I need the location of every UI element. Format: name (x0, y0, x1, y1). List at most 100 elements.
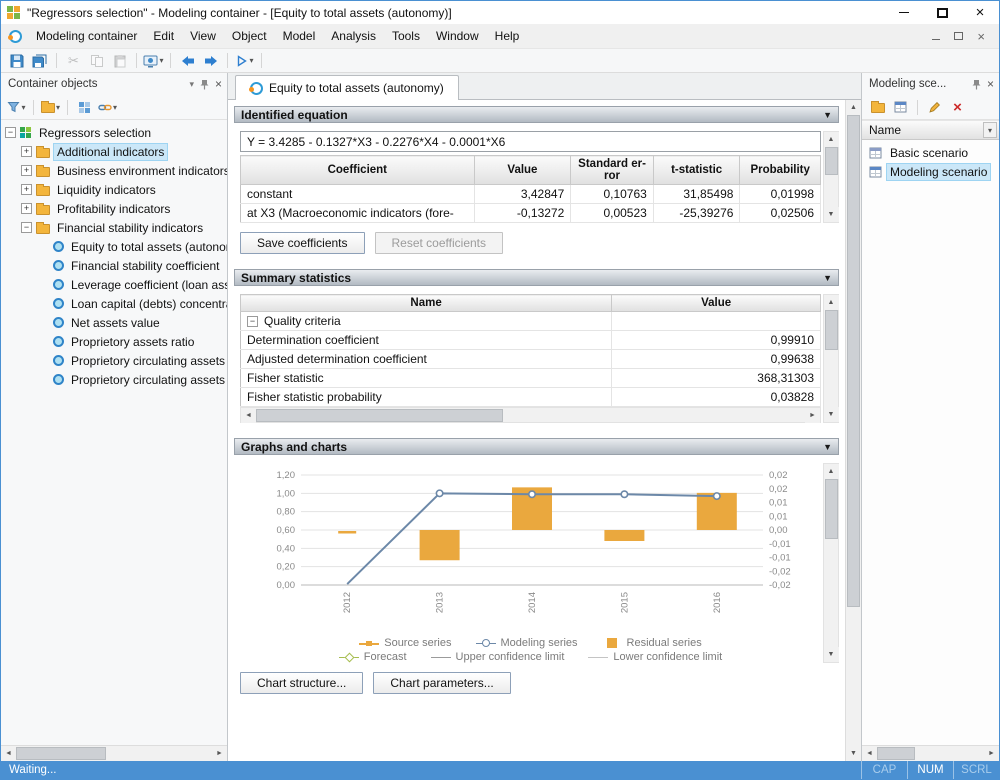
view-mode-button[interactable] (74, 97, 95, 117)
table-row[interactable]: Determination coefficient 0,99910 (241, 331, 821, 350)
table-row[interactable]: at X3 (Macroeconomic indicators (fore- -… (241, 204, 821, 223)
equation-table-vertical-scrollbar[interactable]: ▲ ▼ (823, 131, 839, 223)
column-filter-button[interactable]: ▾ (983, 122, 997, 138)
save-coefficients-button[interactable]: Save coefficients (240, 232, 365, 254)
tree-model-item[interactable]: Proprietory circulating assets (1, 370, 227, 389)
panel-pin-button[interactable] (200, 79, 209, 90)
scroll-right-button[interactable]: ► (984, 746, 999, 761)
column-header-stderr[interactable]: Standard er-ror (571, 156, 654, 185)
tree-folder-item[interactable]: − Financial stability indicators (1, 218, 227, 237)
scrollbar-thumb[interactable] (877, 747, 915, 760)
expand-icon[interactable]: + (21, 203, 32, 214)
menu-tools[interactable]: Tools (384, 25, 428, 47)
cell-value[interactable]: 368,31303 (612, 369, 821, 388)
menu-window[interactable]: Window (428, 25, 487, 47)
cell-stderr[interactable]: 0,10763 (571, 185, 654, 204)
expand-icon[interactable]: + (21, 146, 32, 157)
cell-probability[interactable]: 0,02506 (740, 204, 821, 223)
scrollbar-thumb[interactable] (16, 747, 106, 760)
collapse-section-icon[interactable]: ▼ (823, 273, 832, 283)
new-scenario-button[interactable] (890, 97, 911, 117)
scroll-down-button[interactable]: ▼ (824, 647, 839, 662)
table-row[interactable]: Fisher statistic probability 0,03828 (241, 388, 821, 407)
cell-value[interactable]: 0,03828 (612, 388, 821, 407)
link-button[interactable]: ▾ (97, 97, 118, 117)
cell-probability[interactable]: 0,01998 (740, 185, 821, 204)
cell-stderr[interactable]: 0,00523 (571, 204, 654, 223)
expand-icon[interactable]: + (21, 184, 32, 195)
summary-statistics-header[interactable]: Summary statistics ▼ (234, 269, 839, 286)
scenario-item-modeling[interactable]: Modeling scenario (862, 162, 999, 181)
table-row[interactable]: Adjusted determination coefficient 0,996… (241, 350, 821, 369)
save-button[interactable] (6, 51, 27, 71)
edit-scenario-button[interactable] (924, 97, 945, 117)
document-vertical-scrollbar[interactable]: ▲ ▼ (845, 100, 861, 761)
scroll-up-button[interactable]: ▲ (824, 132, 839, 147)
tree-model-item[interactable]: Leverage coefficient (loan assets) (1, 275, 227, 294)
scroll-right-button[interactable]: ► (805, 408, 820, 423)
new-scenario-folder-button[interactable] (867, 97, 888, 117)
summary-horizontal-scrollbar[interactable]: ◄ ► (240, 407, 821, 423)
scrollbar-track[interactable] (877, 746, 984, 761)
object-properties-button[interactable]: ▾ (143, 51, 164, 71)
cell-tstat[interactable]: -25,39276 (653, 204, 740, 223)
maximize-button[interactable] (923, 1, 961, 24)
column-header-coefficient[interactable]: Coefficient (241, 156, 475, 185)
equation-field[interactable]: Y = 3.4285 - 0.1327*X3 - 0.2276*X4 - 0.0… (240, 131, 821, 152)
tree-folder-item[interactable]: + Additional indicators (1, 142, 227, 161)
scroll-down-button[interactable]: ▼ (824, 207, 839, 222)
scrollbar-thumb[interactable] (825, 479, 838, 539)
tree-root-item[interactable]: − Regressors selection (1, 123, 227, 142)
cell-coefficient[interactable]: at X3 (Macroeconomic indicators (fore- (241, 204, 475, 223)
close-button[interactable]: × (961, 1, 999, 24)
scrollbar-track[interactable] (824, 310, 839, 407)
scrollbar-track[interactable] (846, 115, 861, 746)
cell-value[interactable]: 0,99638 (612, 350, 821, 369)
tree-model-item[interactable]: Proprietory assets ratio (1, 332, 227, 351)
scroll-left-button[interactable]: ◄ (241, 408, 256, 423)
cell-name[interactable]: Fisher statistic (241, 369, 612, 388)
collapse-icon[interactable]: − (5, 127, 16, 138)
cell-value[interactable] (612, 312, 821, 331)
scroll-down-button[interactable]: ▼ (846, 746, 861, 761)
tree-folder-item[interactable]: + Liquidity indicators (1, 180, 227, 199)
identified-equation-header[interactable]: Identified equation ▼ (234, 106, 839, 123)
scrollbar-thumb[interactable] (825, 147, 838, 175)
tree-model-item[interactable]: Proprietory circulating assets (1, 351, 227, 370)
left-panel-horizontal-scrollbar[interactable]: ◄ ► (1, 745, 227, 761)
scrollbar-thumb[interactable] (256, 409, 503, 422)
menu-edit[interactable]: Edit (145, 25, 182, 47)
save-all-button[interactable] (29, 51, 50, 71)
collapse-section-icon[interactable]: ▼ (823, 442, 832, 452)
tree-folder-item[interactable]: + Profitability indicators (1, 199, 227, 218)
table-row[interactable]: constant 3,42847 0,10763 31,85498 0,0199… (241, 185, 821, 204)
run-calculation-button[interactable]: ▾ (234, 51, 255, 71)
menu-modeling-container[interactable]: Modeling container (28, 25, 145, 47)
cell-name[interactable]: Fisher statistic probability (241, 388, 612, 407)
scroll-left-button[interactable]: ◄ (862, 746, 877, 761)
panel-close-button[interactable]: × (987, 77, 994, 91)
mdi-minimize-button[interactable] (932, 29, 940, 43)
scroll-right-button[interactable]: ► (212, 746, 227, 761)
column-header-name[interactable]: Name (241, 295, 612, 312)
cell-name[interactable]: Adjusted determination coefficient (241, 350, 612, 369)
filter-button[interactable]: ▾ (6, 97, 27, 117)
scroll-up-button[interactable]: ▲ (846, 100, 861, 115)
column-header-probability[interactable]: Probability (740, 156, 821, 185)
tree-model-item[interactable]: Financial stability coefficient (1, 256, 227, 275)
column-header-value[interactable]: Value (612, 295, 821, 312)
panel-menu-button[interactable]: ▾ (189, 79, 194, 90)
mdi-close-button[interactable]: × (977, 29, 985, 44)
scrollbar-thumb[interactable] (825, 310, 838, 350)
create-folder-button[interactable]: ▾ (40, 97, 61, 117)
panel-pin-button[interactable] (972, 79, 981, 90)
column-header-name[interactable]: Name (869, 123, 901, 137)
expand-icon[interactable]: + (21, 165, 32, 176)
scroll-left-button[interactable]: ◄ (1, 746, 16, 761)
cell-tstat[interactable]: 31,85498 (653, 185, 740, 204)
paste-button[interactable] (109, 51, 130, 71)
cell-name[interactable]: Determination coefficient (241, 331, 612, 350)
tree-folder-item[interactable]: + Business environment indicators (1, 161, 227, 180)
chart-parameters-button[interactable]: Chart parameters... (373, 672, 510, 694)
scroll-up-button[interactable]: ▲ (824, 295, 839, 310)
